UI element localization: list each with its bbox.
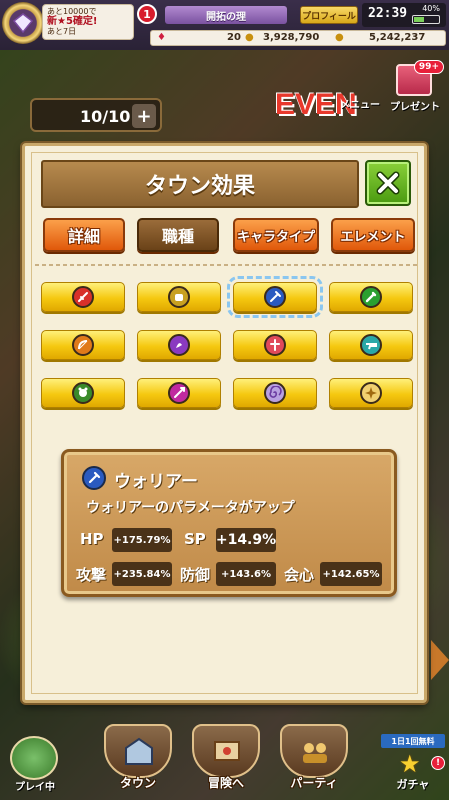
diamond-icon (12, 13, 34, 34)
spiral-icon (264, 382, 286, 404)
gacha-note-suffix: で (88, 7, 97, 16)
gacha-note-guarantee: 新★5確定! (47, 16, 98, 27)
gem-count: 20 (227, 32, 241, 43)
present-count-badge: 99+ (413, 60, 444, 74)
attack-value: +235.84% (112, 562, 172, 586)
job-filter-button[interactable] (137, 282, 221, 312)
tab-details[interactable]: 詳細 (43, 218, 125, 252)
job-filter-button[interactable] (329, 378, 413, 408)
menu-button[interactable]: メニュー (340, 96, 380, 111)
job-filter-button[interactable] (329, 330, 413, 360)
job-filter-button[interactable] (137, 330, 221, 360)
job-filter-button[interactable] (227, 276, 323, 318)
town-effect-panel: タウン効果 詳細 職種 キャラタイプ エレメント ウォリアー ウォリアーのパラメ… (22, 143, 427, 703)
gold-count: 3,928,790 (263, 32, 320, 43)
playing-icon (10, 736, 58, 780)
tab-job-type[interactable]: 職種 (137, 218, 219, 252)
job-filter-grid (39, 276, 419, 422)
star-icon: ★ (399, 750, 421, 778)
attack-label: 攻撃 (76, 566, 107, 584)
bow-icon (72, 334, 94, 356)
spear-icon (168, 382, 190, 404)
beast-icon (72, 382, 94, 404)
bottom-navigation: プレイ中 タウン 冒険へ パーティ 1日1回無料 ★ ! ガチャ (0, 715, 449, 800)
battery-icon (412, 15, 440, 24)
defense-value: +143.6% (216, 562, 276, 586)
profile-button[interactable]: プロフィール (300, 6, 358, 24)
section-divider (35, 264, 419, 266)
defense-label: 防御 (180, 566, 211, 584)
job-filter-button[interactable] (137, 378, 221, 408)
job-filter-button[interactable] (41, 330, 125, 360)
nav-town-label: タウン (119, 776, 156, 790)
gacha-label: ガチャ (396, 778, 430, 791)
nav-party-label: パーティ (290, 776, 338, 790)
hp-label: HP (80, 530, 104, 548)
critical-label: 会心 (284, 566, 315, 584)
tab-element[interactable]: エレメント (331, 218, 415, 252)
sp-label: SP (184, 530, 206, 548)
category-tabs: 詳細 職種 キャラタイプ エレメント (39, 218, 419, 254)
free-daily-tag: 1日1回無料 (381, 734, 445, 748)
fist-icon (168, 286, 190, 308)
dagger-icon (360, 286, 382, 308)
points-count: 5,242,237 (369, 32, 426, 43)
nav-adventure[interactable]: 冒険へ (184, 724, 268, 796)
status-bar: あと10000で 新★5確定! あと7日 1 開拓の理 プロフィール 22:39… (0, 0, 449, 50)
job-description: ウォリアーのパラメータがアップ (86, 500, 295, 516)
title-banner[interactable]: 開拓の理 (165, 6, 287, 24)
job-filter-button[interactable] (41, 378, 125, 408)
point-coin-icon: ● (335, 32, 344, 43)
gacha-alert-badge: ! (431, 756, 445, 770)
clock-time: 22:39 (368, 6, 408, 21)
critical-value: +142.65% (320, 562, 382, 586)
job-detail-card: ウォリアー ウォリアーのパラメータがアップ HP +175.79% SP +14… (61, 449, 397, 597)
close-icon (376, 171, 400, 195)
party-icon (280, 724, 348, 778)
notification-badge[interactable]: 1 (137, 4, 157, 24)
playing-label: プレイ中 (15, 782, 55, 793)
battery-percent: 40% (422, 4, 440, 13)
rank-emblem[interactable] (2, 2, 44, 44)
hp-value: +175.79% (112, 528, 172, 552)
nav-party[interactable]: パーティ (272, 724, 356, 796)
present-button[interactable]: 99+ プレゼント (388, 60, 444, 116)
job-filter-button[interactable] (41, 282, 125, 312)
job-filter-button[interactable] (233, 378, 317, 408)
stamina-value: 10/10 (80, 107, 131, 126)
town-icon (104, 724, 172, 778)
job-filter-button[interactable] (233, 330, 317, 360)
nav-town[interactable]: タウン (96, 724, 180, 796)
battery-fill (414, 17, 424, 22)
job-name: ウォリアー (114, 472, 198, 492)
close-button[interactable] (365, 160, 411, 206)
gacha-note-count: 10000 (63, 7, 89, 16)
sp-value: +14.9% (216, 528, 276, 552)
star-burst-icon (360, 382, 382, 404)
sword-icon (72, 286, 94, 308)
gacha-reminder[interactable]: あと10000で 新★5確定! あと7日 (42, 4, 134, 40)
panel-title: タウン効果 (41, 160, 359, 208)
playing-button[interactable]: プレイ中 (4, 736, 66, 793)
device-status: 22:39 40% (362, 3, 446, 27)
cross-staff-icon (264, 334, 286, 356)
currency-row: ♦ 20 ● 3,928,790 ● 5,242,237 (150, 30, 446, 46)
gold-coin-icon: ● (245, 32, 254, 43)
gacha-note-prefix: あと (47, 7, 63, 16)
job-filter-button[interactable] (329, 282, 413, 312)
axe-icon (82, 466, 106, 490)
gacha-note-days: あと7日 (47, 27, 77, 36)
gem-icon: ♦ (157, 32, 166, 43)
tab-character-type[interactable]: キャラタイプ (233, 218, 319, 252)
stamina-add-button[interactable]: + (132, 104, 156, 128)
gun-icon (360, 334, 382, 356)
gacha-button[interactable]: 1日1回無料 ★ ! ガチャ (381, 734, 445, 794)
axe-icon (264, 286, 286, 308)
stamina-meter: 10/10 + (30, 98, 162, 132)
magic-icon (168, 334, 190, 356)
adventure-icon (192, 724, 260, 778)
present-label: プレゼント (390, 102, 440, 113)
nav-adventure-label: 冒険へ (207, 776, 244, 790)
